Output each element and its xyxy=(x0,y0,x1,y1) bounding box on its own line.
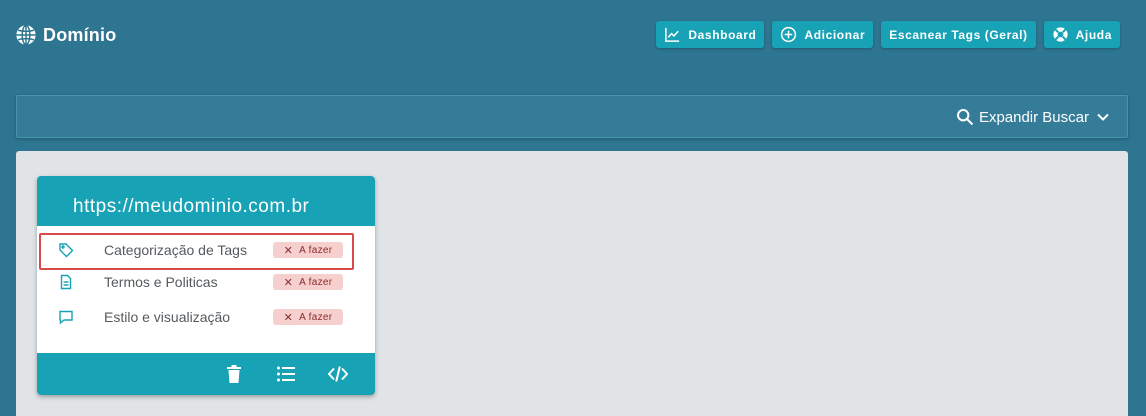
dashboard-button[interactable]: Dashboard xyxy=(656,21,765,48)
close-icon: ✕ xyxy=(283,311,294,324)
card-item-label: Termos e Politicas xyxy=(104,274,218,290)
status-badge: ✕ A fazer xyxy=(273,309,343,325)
close-icon: ✕ xyxy=(283,244,294,257)
chat-icon xyxy=(59,310,73,325)
document-icon xyxy=(60,274,72,290)
status-badge: ✕ A fazer xyxy=(273,242,343,258)
brand: Domínio xyxy=(15,24,116,46)
domain-card: https://meudominio.com.br Categorização … xyxy=(37,176,375,395)
help-button-label: Ajuda xyxy=(1075,27,1112,42)
globe-icon xyxy=(16,24,36,46)
chevron-down-icon xyxy=(1097,113,1109,121)
card-item-terms-policies[interactable]: Termos e Politicas ✕ A fazer xyxy=(37,265,375,299)
domain-card-footer xyxy=(37,353,375,395)
add-button[interactable]: Adicionar xyxy=(772,21,874,48)
expand-search-label: Expandir Buscar xyxy=(978,108,1089,126)
expand-search-toggle[interactable]: Expandir Buscar xyxy=(956,108,1112,126)
dashboard-button-label: Dashboard xyxy=(688,27,757,42)
card-item-label: Categorização de Tags xyxy=(104,242,247,258)
search-bar: Expandir Buscar xyxy=(16,95,1128,138)
help-button[interactable]: Ajuda xyxy=(1043,21,1120,48)
content-area: https://meudominio.com.br Categorização … xyxy=(16,151,1128,416)
card-item-tag-categorization[interactable]: Categorização de Tags ✕ A fazer xyxy=(37,233,375,267)
status-badge: ✕ A fazer xyxy=(273,274,343,290)
code-icon[interactable] xyxy=(327,363,349,385)
close-icon: ✕ xyxy=(283,276,294,289)
domain-url: https://meudominio.com.br xyxy=(73,196,310,217)
status-badge-label: A fazer xyxy=(299,244,333,256)
page-title: Domínio xyxy=(43,24,117,45)
trash-icon[interactable] xyxy=(223,363,245,385)
domain-card-header: https://meudominio.com.br xyxy=(37,176,375,226)
scan-tags-button[interactable]: Escanear Tags (Geral) xyxy=(881,21,1036,48)
scan-tags-button-label: Escanear Tags (Geral) xyxy=(889,27,1028,42)
search-icon xyxy=(956,109,974,126)
add-button-label: Adicionar xyxy=(804,27,866,42)
chart-line-icon xyxy=(665,27,680,42)
list-icon[interactable] xyxy=(275,363,297,385)
status-badge-label: A fazer xyxy=(299,311,333,323)
tag-icon xyxy=(59,243,74,258)
lifebuoy-icon xyxy=(1053,27,1068,42)
card-item-label: Estilo e visualização xyxy=(104,309,231,325)
top-bar: Domínio Dashboard Adicionar Escanear Tag… xyxy=(0,0,1146,72)
header-actions: Dashboard Adicionar Escanear Tags (Geral… xyxy=(656,21,1120,48)
plus-circle-icon xyxy=(781,26,797,43)
card-item-style-visualization[interactable]: Estilo e visualização ✕ A fazer xyxy=(37,300,375,334)
status-badge-label: A fazer xyxy=(299,276,333,288)
